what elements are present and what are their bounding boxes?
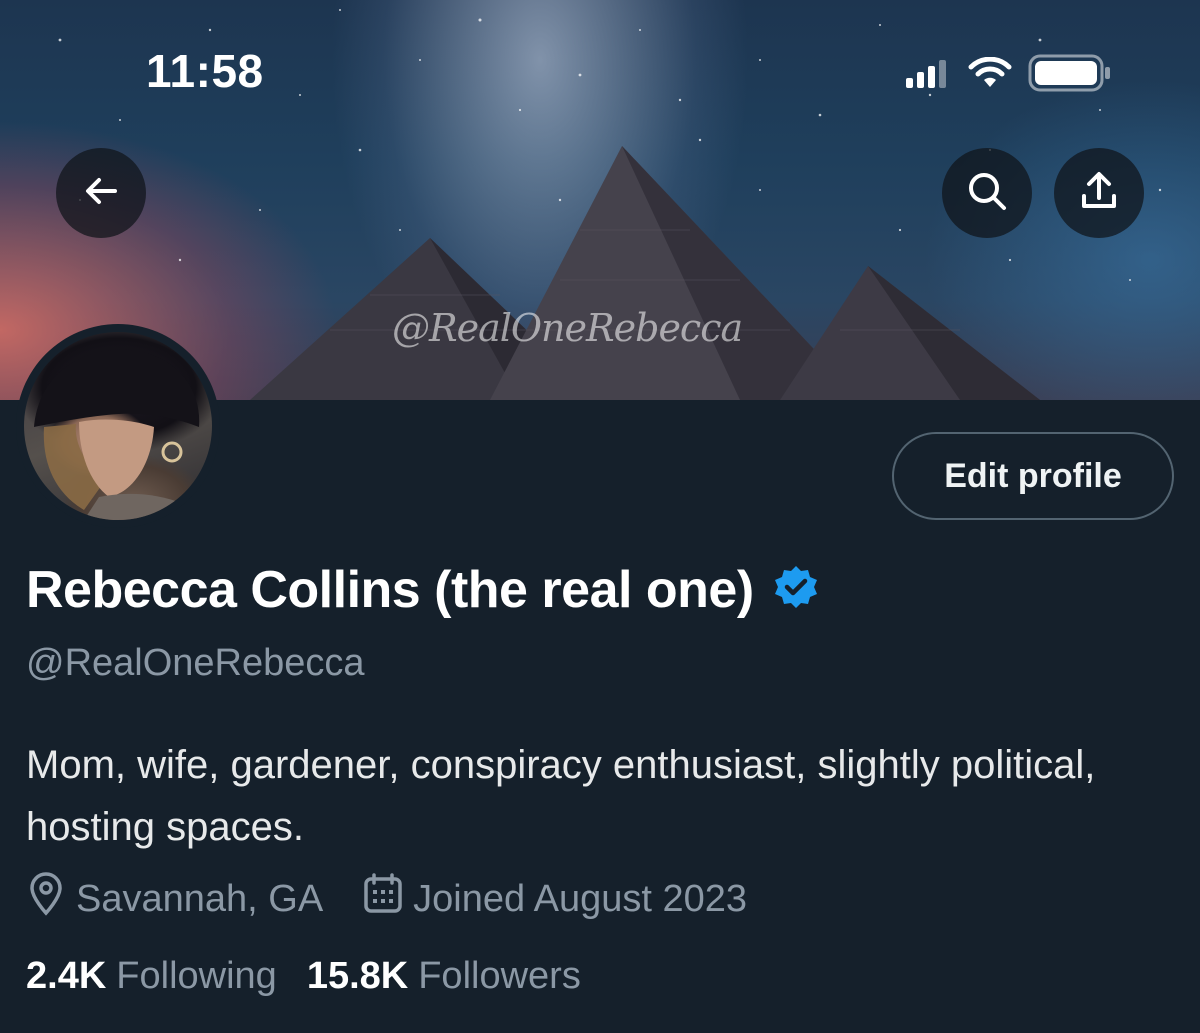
calendar-icon	[363, 873, 403, 925]
profile-stats: 2.4K Following 15.8K Followers	[26, 955, 611, 998]
followers-label: Followers	[418, 955, 581, 997]
following-link[interactable]: 2.4K Following	[26, 955, 277, 998]
share-button[interactable]	[1054, 148, 1144, 238]
verified-badge-icon[interactable]	[772, 564, 820, 617]
banner-watermark: @RealOneRebecca	[392, 306, 743, 350]
back-button[interactable]	[56, 148, 146, 238]
profile-avatar[interactable]	[16, 324, 220, 528]
search-button[interactable]	[942, 148, 1032, 238]
cellular-signal-icon	[906, 58, 952, 93]
profile-meta: Savannah, GA Joined August 2023	[26, 872, 787, 926]
name-row: Rebecca Collins (the real one)	[26, 560, 820, 620]
joined-item: Joined August 2023	[363, 873, 747, 925]
profile-bio: Mom, wife, gardener, conspiracy enthusia…	[26, 743, 1096, 849]
avatar-photo	[24, 332, 212, 520]
following-count: 2.4K	[26, 955, 107, 997]
search-icon	[966, 170, 1008, 217]
share-icon	[1079, 170, 1119, 217]
profile-screen: @RealOneRebecca 11:58 Edit profile Rebec…	[0, 0, 1200, 1033]
following-label: Following	[116, 955, 277, 997]
arrow-left-icon	[81, 171, 121, 216]
status-icons	[906, 54, 1112, 97]
user-handle: @RealOneRebecca	[26, 642, 365, 684]
location-text: Savannah, GA	[76, 877, 324, 920]
followers-count: 15.8K	[306, 955, 409, 997]
wifi-icon	[968, 56, 1012, 94]
status-time: 11:58	[146, 45, 264, 97]
location-pin-icon	[26, 872, 66, 926]
battery-icon	[1028, 54, 1112, 97]
joined-text: Joined August 2023	[413, 877, 748, 920]
edit-profile-button[interactable]: Edit profile	[892, 432, 1174, 520]
location-item: Savannah, GA	[26, 872, 323, 926]
display-name: Rebecca Collins (the real one)	[26, 561, 754, 619]
followers-link[interactable]: 15.8K Followers	[307, 955, 581, 998]
